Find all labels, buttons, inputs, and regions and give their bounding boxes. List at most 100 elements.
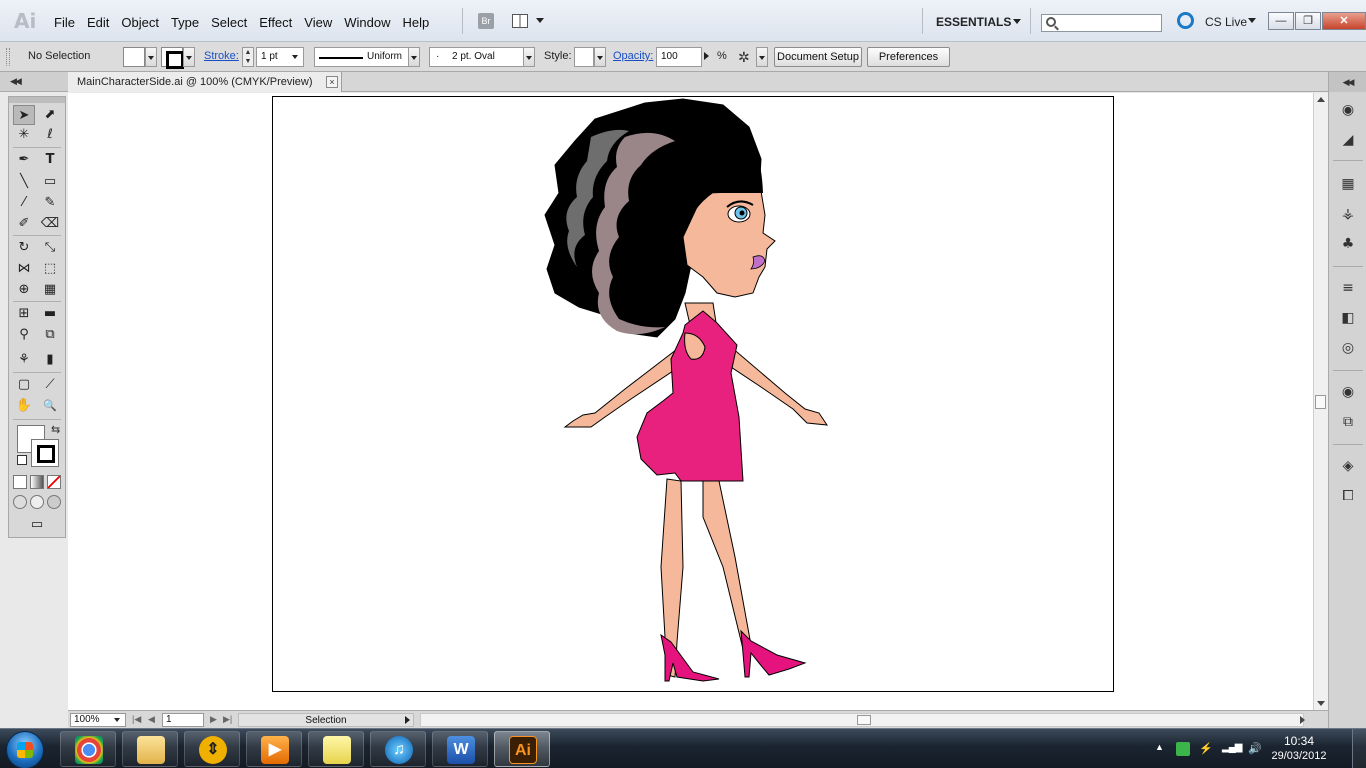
perspective-grid-tool-icon[interactable]: ▦	[39, 280, 61, 300]
cs-live-icon[interactable]	[1177, 12, 1194, 29]
artboards-icon[interactable]: ⧠	[1338, 486, 1358, 506]
scale-tool-icon[interactable]: ⤡	[39, 238, 61, 258]
minimize-button[interactable]: —	[1268, 12, 1294, 30]
last-artboard-icon[interactable]: ▶|	[223, 714, 232, 725]
graphic-style-swatch[interactable]	[574, 47, 594, 67]
arrange-documents-button[interactable]	[512, 13, 546, 31]
brush-definition-dropdown[interactable]	[523, 47, 535, 67]
current-tool-status[interactable]: Selection	[238, 713, 414, 727]
stroke-color-swatch[interactable]	[161, 47, 184, 69]
close-button[interactable]: ✕	[1322, 12, 1366, 30]
draw-inside-icon[interactable]	[47, 495, 61, 509]
none-mode-icon[interactable]	[47, 475, 61, 489]
swap-fill-stroke-icon[interactable]: ⇆	[51, 423, 60, 436]
zoom-tool-icon[interactable]: 🔍	[39, 396, 61, 416]
scroll-up-icon[interactable]	[1317, 97, 1325, 102]
pencil-tool-icon[interactable]: ✎	[39, 193, 61, 213]
eyedropper-tool-icon[interactable]: ⚲	[13, 325, 35, 345]
collapse-panel-icon[interactable]: ◀◀	[10, 76, 22, 87]
fill-color-swatch[interactable]	[123, 47, 145, 67]
opacity-panel-link[interactable]: Opacity:	[613, 50, 653, 62]
chevron-down-icon[interactable]	[114, 718, 120, 722]
gradient-mode-icon[interactable]	[30, 475, 44, 489]
stroke-dropdown-button[interactable]	[183, 47, 195, 67]
tray-app-icon[interactable]	[1176, 742, 1190, 756]
color-mode-icon[interactable]	[13, 475, 27, 489]
character-illustration[interactable]	[273, 97, 1115, 693]
close-document-icon[interactable]: ×	[326, 76, 338, 88]
cs-live-menu[interactable]: CS Live	[1205, 15, 1247, 29]
workspace-switcher[interactable]: ESSENTIALS	[936, 15, 1011, 29]
stroke-panel-link[interactable]: Stroke:	[204, 50, 239, 62]
next-artboard-icon[interactable]: ▶	[210, 714, 217, 725]
previous-artboard-icon[interactable]: ◀	[148, 714, 155, 725]
eraser-tool-icon[interactable]: ⌫	[39, 214, 61, 234]
swatches-icon[interactable]: ▦	[1338, 174, 1358, 194]
first-artboard-icon[interactable]: |◀	[132, 714, 141, 725]
opacity-slider-arrow-icon[interactable]	[704, 52, 709, 60]
symbols-icon[interactable]: ♣	[1338, 234, 1358, 254]
taskbar-illustrator[interactable]: Ai	[494, 731, 550, 767]
document-canvas[interactable]	[68, 93, 1313, 710]
gradient-icon[interactable]: ◧	[1338, 308, 1358, 328]
network-signal-icon[interactable]: ▂▄▆	[1222, 742, 1242, 753]
rotate-tool-icon[interactable]: ↻	[13, 238, 35, 258]
menu-window[interactable]: Window	[344, 15, 390, 30]
taskbar-explorer[interactable]	[122, 731, 178, 767]
column-graph-tool-icon[interactable]: ▮	[39, 350, 61, 370]
recolor-artwork-icon[interactable]: ✲	[738, 48, 756, 66]
hand-tool-icon[interactable]: ✋	[13, 396, 35, 416]
type-tool-icon[interactable]: T	[39, 150, 61, 170]
tools-panel-grip[interactable]	[9, 97, 65, 103]
show-desktop-button[interactable]	[1352, 729, 1366, 768]
panel-grip[interactable]	[6, 48, 10, 66]
menu-object[interactable]: Object	[121, 15, 159, 30]
symbol-sprayer-tool-icon[interactable]: ⚘	[13, 350, 35, 370]
gradient-tool-icon[interactable]: ▬	[39, 304, 61, 324]
draw-normal-icon[interactable]	[13, 495, 27, 509]
stroke-weight-stepper[interactable]: ▲ ▼	[242, 47, 254, 67]
draw-behind-icon[interactable]	[30, 495, 44, 509]
scroll-down-icon[interactable]	[1317, 701, 1325, 706]
magic-wand-tool-icon[interactable]: ✳	[13, 125, 35, 145]
stroke-swatch[interactable]	[31, 439, 59, 467]
brush-definition-field[interactable]: · 2 pt. Oval	[429, 47, 525, 67]
variable-width-profile-field[interactable]: Uniform	[314, 47, 410, 67]
menu-effect[interactable]: Effect	[259, 15, 292, 30]
bridge-button[interactable]: Br	[478, 13, 494, 29]
menu-edit[interactable]: Edit	[87, 15, 109, 30]
search-input[interactable]	[1042, 15, 1161, 31]
screen-mode-icon[interactable]: ▭	[26, 515, 48, 535]
taskbar-itunes[interactable]: ♫	[370, 731, 426, 767]
color-guide-icon[interactable]: ◢	[1338, 130, 1358, 150]
help-search-field[interactable]	[1041, 14, 1162, 32]
chevron-down-icon[interactable]	[1013, 19, 1021, 24]
start-button[interactable]	[6, 731, 44, 768]
taskbar-media-player[interactable]: ▶	[246, 731, 302, 767]
layers-icon[interactable]: ◈	[1338, 456, 1358, 476]
artboard[interactable]	[272, 96, 1114, 692]
vertical-scrollbar[interactable]	[1313, 93, 1328, 710]
graphic-styles-icon[interactable]: ⧉	[1338, 412, 1358, 432]
paintbrush-tool-icon[interactable]: ⁄	[13, 193, 35, 213]
menu-file[interactable]: File	[54, 15, 75, 30]
mesh-tool-icon[interactable]: ⊞	[13, 304, 35, 324]
horizontal-scroll-thumb[interactable]	[857, 715, 871, 725]
stroke-weight-dropdown[interactable]	[290, 47, 302, 67]
document-tab[interactable]: MainCharacterSide.ai @ 100% (CMYK/Previe…	[68, 72, 342, 92]
preferences-button[interactable]: Preferences	[867, 47, 950, 67]
status-menu-arrow-icon[interactable]	[405, 716, 410, 724]
brushes-icon[interactable]: ⚶	[1338, 204, 1358, 224]
blend-tool-icon[interactable]: ⧉	[39, 325, 61, 345]
color-icon[interactable]: ◉	[1338, 100, 1358, 120]
direct-selection-tool-icon[interactable]: ⬈	[39, 105, 61, 125]
volume-icon[interactable]: 🔊	[1248, 742, 1262, 755]
taskbar-sticky-notes[interactable]	[308, 731, 364, 767]
taskbar-word[interactable]: W	[432, 731, 488, 767]
fill-dropdown-button[interactable]	[145, 47, 157, 67]
artboard-tool-icon[interactable]: ▢	[13, 375, 35, 395]
menu-view[interactable]: View	[304, 15, 332, 30]
taskbar-download-manager[interactable]: ⇕	[184, 731, 240, 767]
opacity-field[interactable]: 100	[656, 47, 702, 67]
graphic-style-dropdown[interactable]	[594, 47, 606, 67]
